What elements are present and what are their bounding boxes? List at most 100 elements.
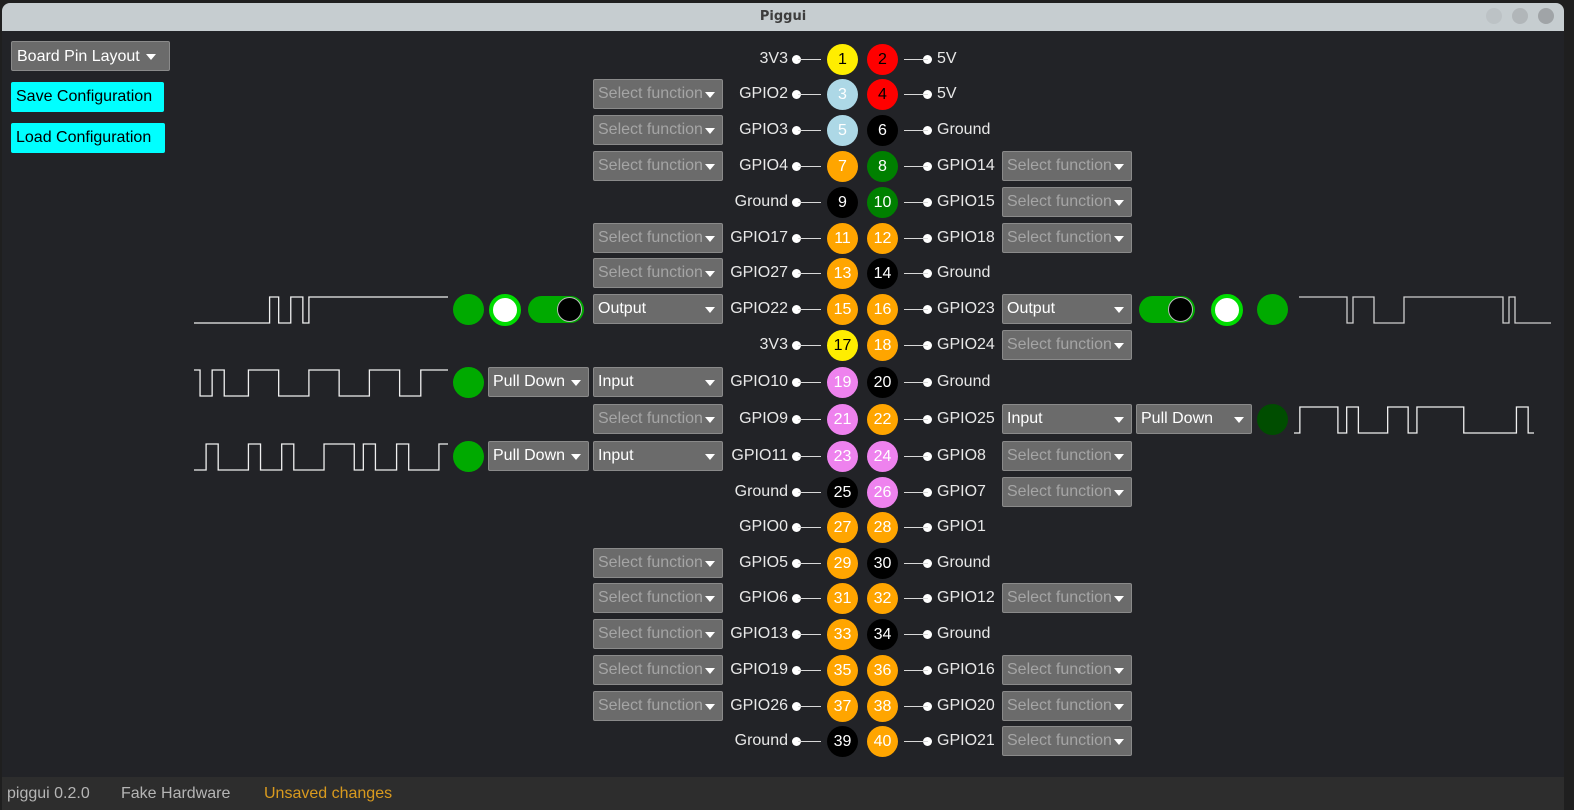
- pin-18[interactable]: 18: [867, 330, 898, 361]
- chevron-down-icon: [1114, 490, 1124, 496]
- hardware-label[interactable]: Fake Hardware: [121, 777, 230, 810]
- pin-10[interactable]: 10: [867, 187, 898, 218]
- connector-line: [798, 130, 821, 131]
- function-select-pin-3[interactable]: Select function: [593, 79, 723, 109]
- pin-name-label: Ground: [937, 554, 991, 571]
- pin-33[interactable]: 33: [827, 619, 858, 650]
- pin-5[interactable]: 5: [827, 115, 858, 146]
- pin-connector: [792, 559, 822, 568]
- function-select-pin-12[interactable]: Select function: [1002, 223, 1132, 253]
- minimize-button[interactable]: [1486, 8, 1502, 24]
- function-select-pin-36[interactable]: Select function: [1002, 655, 1132, 685]
- pin-name-label: Ground: [734, 193, 788, 210]
- pin-32[interactable]: 32: [867, 583, 898, 614]
- function-select-pin-7[interactable]: Select function: [593, 151, 723, 181]
- function-select-pin-29[interactable]: Select function: [593, 548, 723, 578]
- pin-4[interactable]: 4: [867, 79, 898, 110]
- function-select-pin-38[interactable]: Select function: [1002, 691, 1132, 721]
- pin-connector: [904, 234, 934, 243]
- close-button[interactable]: [1538, 8, 1554, 24]
- pin-connector: [792, 666, 822, 675]
- pin-connector: [792, 55, 822, 64]
- pin-15[interactable]: 15: [827, 294, 858, 325]
- pin-29[interactable]: 29: [827, 548, 858, 579]
- pin-connector: [904, 55, 934, 64]
- pull-select-pin-23[interactable]: Pull Down: [488, 441, 589, 471]
- function-select-pin-33[interactable]: Select function: [593, 619, 723, 649]
- pull-select-pin-22[interactable]: Pull Down: [1136, 404, 1252, 434]
- function-select-pin-8[interactable]: Select function: [1002, 151, 1132, 181]
- pin-37[interactable]: 37: [827, 691, 858, 722]
- function-select-pin-35[interactable]: Select function: [593, 655, 723, 685]
- pin-8[interactable]: 8: [867, 151, 898, 182]
- pin-14[interactable]: 14: [867, 258, 898, 289]
- pin-28[interactable]: 28: [867, 512, 898, 543]
- pin-24[interactable]: 24: [867, 441, 898, 472]
- pin-12[interactable]: 12: [867, 223, 898, 254]
- function-select-pin-23-value: Input: [598, 447, 634, 464]
- output-pulse-button[interactable]: [489, 294, 521, 326]
- function-select-pin-21[interactable]: Select function: [593, 404, 723, 434]
- maximize-button[interactable]: [1512, 8, 1528, 24]
- function-select-pin-24[interactable]: Select function: [1002, 441, 1132, 471]
- chevron-down-icon: [705, 417, 715, 423]
- pin-connector: [904, 378, 934, 387]
- pin-34[interactable]: 34: [867, 619, 898, 650]
- function-select-pin-15[interactable]: Output: [593, 294, 723, 324]
- pin-level-led: [453, 367, 484, 398]
- pin-31[interactable]: 31: [827, 583, 858, 614]
- function-select-pin-16[interactable]: Output: [1002, 294, 1132, 324]
- pin-38[interactable]: 38: [867, 691, 898, 722]
- function-select-pin-22[interactable]: Input: [1002, 404, 1132, 434]
- pin-35[interactable]: 35: [827, 655, 858, 686]
- pin-17[interactable]: 17: [827, 330, 858, 361]
- pull-select-pin-19-value: Pull Down: [493, 373, 566, 390]
- pin-40[interactable]: 40: [867, 726, 898, 757]
- function-select-pin-5[interactable]: Select function: [593, 115, 723, 145]
- pin-6[interactable]: 6: [867, 115, 898, 146]
- pin-16[interactable]: 16: [867, 294, 898, 325]
- connector-line: [904, 273, 928, 274]
- function-select-pin-23[interactable]: Input: [593, 441, 723, 471]
- pin-36[interactable]: 36: [867, 655, 898, 686]
- pin-row: 33 GPIO13 Select function 34 Ground: [2, 616, 1564, 652]
- pin-7[interactable]: 7: [827, 151, 858, 182]
- pin-20[interactable]: 20: [867, 367, 898, 398]
- output-pulse-button[interactable]: [1211, 294, 1243, 326]
- function-select-pin-18[interactable]: Select function: [1002, 330, 1132, 360]
- pin-13[interactable]: 13: [827, 258, 858, 289]
- function-select-pin-19[interactable]: Input: [593, 367, 723, 397]
- pin-1[interactable]: 1: [827, 44, 858, 75]
- pin-25[interactable]: 25: [827, 477, 858, 508]
- pin-connector: [792, 523, 822, 532]
- pin-21[interactable]: 21: [827, 404, 858, 435]
- pin-2[interactable]: 2: [867, 44, 898, 75]
- pull-select-pin-19[interactable]: Pull Down: [488, 367, 589, 397]
- pin-27[interactable]: 27: [827, 512, 858, 543]
- pin-11[interactable]: 11: [827, 223, 858, 254]
- pin-19[interactable]: 19: [827, 367, 858, 398]
- pin-26[interactable]: 26: [867, 477, 898, 508]
- pin-row: 19 GPIO10 Input Pull Down 20 Ground: [2, 364, 1564, 400]
- pin-9[interactable]: 9: [827, 187, 858, 218]
- function-select-pin-10[interactable]: Select function: [1002, 187, 1132, 217]
- function-select-pin-31[interactable]: Select function: [593, 583, 723, 613]
- pin-30[interactable]: 30: [867, 548, 898, 579]
- chevron-down-icon: [705, 561, 715, 567]
- output-toggle[interactable]: [528, 296, 584, 323]
- function-select-pin-11[interactable]: Select function: [593, 223, 723, 253]
- function-select-pin-32[interactable]: Select function: [1002, 583, 1132, 613]
- function-select-pin-37[interactable]: Select function: [593, 691, 723, 721]
- function-select-pin-26[interactable]: Select function: [1002, 477, 1132, 507]
- output-toggle[interactable]: [1139, 296, 1195, 323]
- pin-row: 13 GPIO27 Select function 14 Ground: [2, 255, 1564, 291]
- pin-23[interactable]: 23: [827, 441, 858, 472]
- function-select-pin-40[interactable]: Select function: [1002, 726, 1132, 756]
- pin-connector: [792, 630, 822, 639]
- pin-3[interactable]: 3: [827, 79, 858, 110]
- pin-22[interactable]: 22: [867, 404, 898, 435]
- pin-39[interactable]: 39: [827, 726, 858, 757]
- function-select-pin-13[interactable]: Select function: [593, 258, 723, 288]
- pin-row: 27 GPIO0 28 GPIO1: [2, 509, 1564, 545]
- connector-line: [904, 598, 928, 599]
